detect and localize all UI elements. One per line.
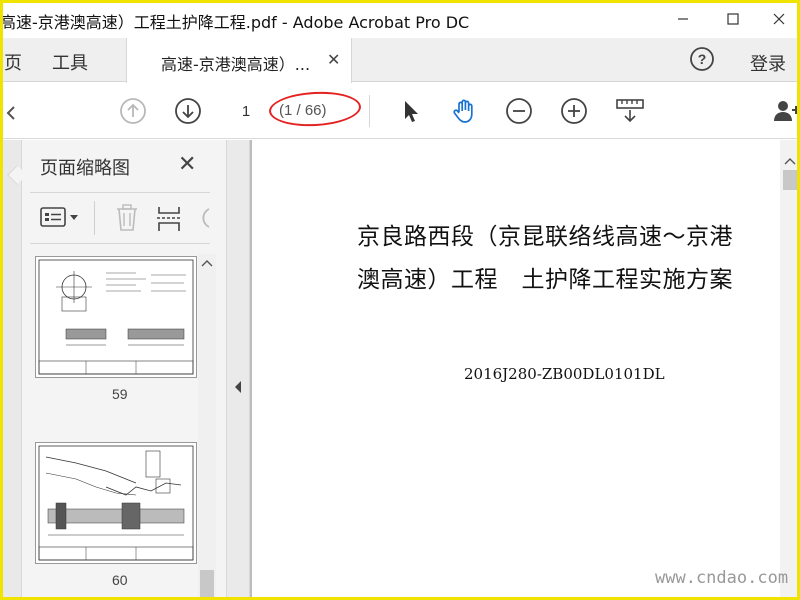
collapse-pane-icon[interactable] — [233, 380, 243, 394]
thumbnail-label: 59 — [112, 386, 128, 402]
menu-bar: 页 工具 — [0, 38, 800, 82]
tab-close-icon[interactable]: ✕ — [327, 50, 340, 69]
pane-close-icon[interactable]: ✕ — [178, 152, 196, 177]
scroll-up-icon[interactable] — [201, 258, 213, 268]
menu-home[interactable]: 页 — [4, 49, 22, 75]
document-title-line: 澳高速）工程 土护降工程实施方案 — [357, 267, 733, 293]
page-number-input[interactable] — [229, 99, 263, 123]
minimize-button[interactable] — [660, 4, 706, 34]
pane-title: 页面缩略图 — [40, 158, 130, 179]
thumbnail-options-icon[interactable] — [40, 205, 82, 231]
thumbnail-page-59[interactable] — [35, 256, 197, 378]
document-title-line: 京良路西段（京昆联络线高速～京港 — [357, 224, 733, 250]
help-icon[interactable]: ? — [689, 46, 715, 72]
thumbnail-list: 59 60 — [30, 248, 198, 600]
menu-tools[interactable]: 工具 — [52, 49, 88, 75]
scrollbar-thumb[interactable] — [783, 170, 797, 190]
next-page-icon[interactable] — [174, 97, 202, 125]
navigation-strip — [0, 140, 22, 600]
prev-page-icon[interactable] — [119, 97, 147, 125]
document-scrollbar[interactable] — [780, 140, 800, 600]
thumbnail-scrollbar[interactable] — [198, 254, 216, 600]
scan-ruler-icon[interactable] — [615, 97, 645, 125]
watermark: www.cndao.com — [655, 568, 789, 588]
drawing-preview — [38, 259, 194, 375]
title-bar: 高速-京港澳高速）工程土护降工程.pdf - Adobe Acrobat Pro… — [0, 0, 800, 38]
scroll-up-icon[interactable] — [784, 156, 796, 166]
add-user-icon[interactable] — [772, 97, 800, 125]
minimize-icon — [678, 18, 688, 20]
drawing-preview — [38, 445, 194, 561]
scrollbar-thumb[interactable] — [200, 570, 214, 598]
login-button[interactable]: 登录 — [750, 50, 786, 76]
maximize-button[interactable] — [710, 4, 756, 34]
close-icon — [773, 13, 785, 25]
back-chevron-icon[interactable] — [4, 97, 32, 125]
svg-text:?: ? — [698, 51, 707, 67]
document-code: 2016J280-ZB00DL0101DL — [464, 365, 665, 383]
extract-icon[interactable] — [156, 203, 182, 233]
zoom-in-icon[interactable] — [560, 97, 588, 125]
document-tab[interactable]: 高速-京港澳高速）... ✕ — [126, 38, 352, 83]
thumbnail-label: 60 — [112, 572, 128, 588]
toolbar-divider — [369, 95, 370, 127]
pane-divider — [94, 201, 95, 235]
zoom-out-icon[interactable] — [505, 97, 533, 125]
toolbar: (1 / 66) — [0, 83, 800, 139]
tab-label: 高速-京港澳高速）... — [161, 55, 311, 74]
rotate-icon[interactable] — [196, 205, 210, 231]
close-window-button[interactable] — [756, 4, 800, 34]
document-title: 京良路西段（京昆联络线高速～京港 澳高速）工程 土护降工程实施方案 — [357, 216, 777, 302]
select-arrow-icon[interactable] — [397, 97, 425, 125]
maximize-icon — [727, 13, 739, 25]
document-view[interactable]: 京良路西段（京昆联络线高速～京港 澳高速）工程 土护降工程实施方案 2016J2… — [250, 140, 780, 600]
trash-icon[interactable] — [114, 203, 140, 233]
window-title: 高速-京港澳高速）工程土护降工程.pdf - Adobe Acrobat Pro… — [0, 13, 470, 32]
pane-toolbar — [30, 192, 210, 244]
hand-tool-icon[interactable] — [451, 97, 479, 125]
thumbnail-page-60[interactable] — [35, 442, 197, 564]
pane-splitter[interactable] — [226, 140, 250, 600]
